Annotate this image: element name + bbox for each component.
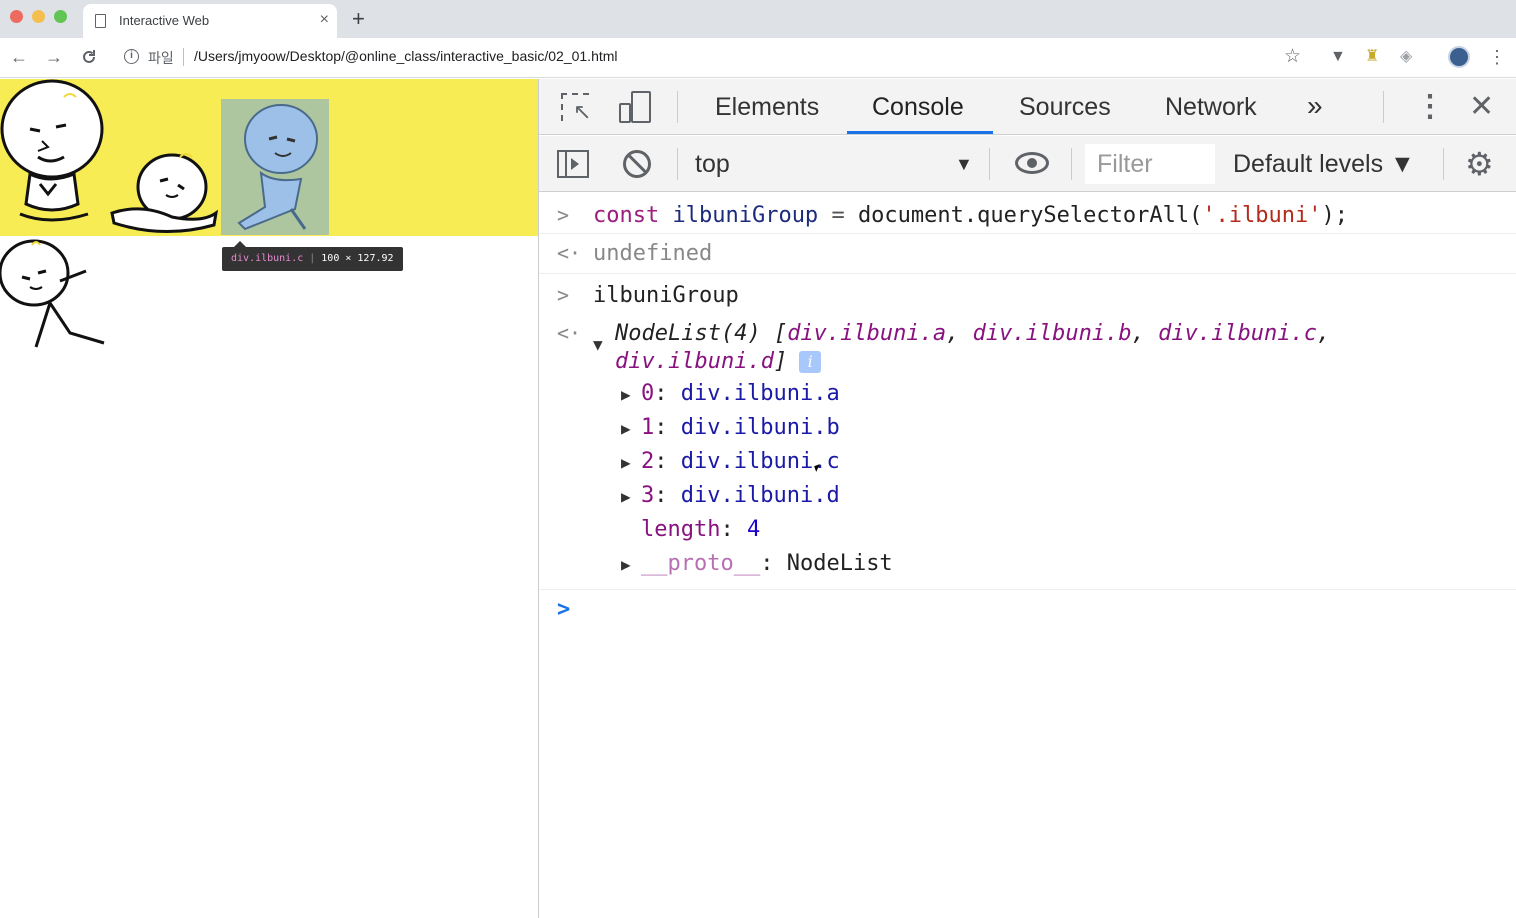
result-chevron-icon: <· [557, 241, 582, 265]
expand-triangle-icon[interactable]: ▶ [621, 555, 631, 574]
inspect-arrow-icon: ↖ [573, 99, 592, 124]
expand-triangle-icon[interactable]: ▶ [621, 385, 631, 404]
maximize-window-button[interactable] [54, 10, 67, 23]
input-chevron-icon: > [557, 283, 570, 307]
profile-avatar[interactable] [1448, 46, 1470, 68]
expand-triangle-icon[interactable]: ▶ [621, 487, 631, 506]
devtools-tab-bar: ↖ Elements Console Sources Network » ⋮ ✕ [539, 79, 1516, 135]
tab-sources[interactable]: Sources [1019, 79, 1111, 135]
tooltip-separator: | [309, 253, 316, 264]
address-bar[interactable]: /Users/jmyoow/Desktop/@online_class/inte… [194, 48, 618, 64]
context-selector[interactable]: top [695, 136, 730, 192]
minimize-window-button[interactable] [32, 10, 45, 23]
tab-close-icon[interactable]: × [320, 10, 329, 30]
row-separator [539, 273, 1516, 274]
tab-title: Interactive Web [119, 13, 210, 28]
more-tabs-button[interactable]: » [1307, 79, 1323, 133]
toolbar-divider [677, 91, 678, 123]
browser-tab-bar: Interactive Web × + [0, 0, 1516, 38]
info-badge-icon[interactable]: i [799, 351, 822, 373]
ilbuni-b-character [110, 153, 219, 234]
extension-android-icon[interactable]: ♜ [1365, 46, 1379, 68]
clear-console-icon[interactable] [623, 150, 651, 178]
file-scheme-label: 파일 [148, 50, 174, 66]
close-window-button[interactable] [10, 10, 23, 23]
row-separator [539, 233, 1516, 234]
expand-triangle-icon[interactable]: ▶ [621, 419, 631, 438]
toolbar-divider [989, 148, 990, 180]
reload-icon [83, 50, 95, 63]
filter-input[interactable] [1085, 144, 1215, 184]
prompt-caret-icon: > [557, 597, 571, 622]
extension-vue-icon[interactable]: ▼ [1330, 46, 1346, 68]
page-icon [95, 14, 106, 28]
row-separator [539, 589, 1516, 590]
tab-console[interactable]: Console [872, 79, 964, 135]
site-info-icon[interactable]: i [124, 49, 139, 64]
element-tooltip: div.ilbuni.c | 100 × 127.92 [222, 241, 403, 271]
extension-tag-icon[interactable]: ◈ [1400, 46, 1412, 68]
browser-tab[interactable]: Interactive Web × [83, 4, 337, 38]
page-viewport: div.ilbuni.c | 100 × 127.92 [0, 79, 538, 918]
forward-button[interactable]: → [45, 44, 63, 70]
tooltip-size: 100 × 127.92 [321, 253, 394, 264]
browser-toolbar: ← → i 파일 /Users/jmyoow/Desktop/@online_c… [0, 38, 1516, 78]
toolbar-divider [1071, 148, 1072, 180]
ilbuni-a-character [0, 79, 104, 222]
context-dropdown-icon[interactable]: ▼ [955, 136, 973, 192]
input-chevron-icon: > [557, 203, 570, 227]
reload-button[interactable] [80, 44, 98, 73]
expand-triangle-icon[interactable]: ▶ [621, 453, 631, 472]
close-devtools-icon[interactable]: ✕ [1469, 79, 1494, 135]
gear-icon[interactable]: ⚙ [1465, 136, 1494, 192]
nodelist-summary[interactable]: NodeList(4) [div.ilbuni.a, div.ilbuni.b,… [615, 321, 1330, 346]
active-tab-indicator [847, 131, 993, 134]
live-expression-eye-icon[interactable] [1015, 152, 1049, 174]
result-chevron-icon: <· [557, 321, 582, 345]
tab-elements[interactable]: Elements [715, 79, 819, 135]
console-toolbar: top ▼ Default levels ▼ ⚙ [539, 136, 1516, 192]
ilbuni-d-character [0, 239, 105, 348]
toolbar-divider [677, 148, 678, 180]
devtools-panel: ↖ Elements Console Sources Network » ⋮ ✕… [538, 79, 1516, 918]
new-tab-button[interactable]: + [352, 5, 365, 33]
toolbar-divider [1443, 148, 1444, 180]
chrome-menu-icon[interactable]: ⋮ [1488, 44, 1506, 70]
ilbuni-c-character [237, 104, 318, 231]
log-levels-dropdown[interactable]: Default levels ▼ [1233, 136, 1415, 192]
console-result: undefined [593, 241, 713, 266]
console-output: > const ilbuniGroup = document.querySele… [539, 193, 1516, 918]
back-button[interactable]: ← [10, 44, 28, 70]
console-code: ilbuniGroup [593, 283, 739, 308]
devtools-menu-icon[interactable]: ⋮ [1415, 79, 1445, 135]
tooltip-tag: div.ilbuni.c [231, 253, 304, 264]
toolbar-divider [1383, 91, 1384, 123]
bookmark-star-icon[interactable]: ☆ [1284, 44, 1301, 70]
nodelist-summary-cont: div.ilbuni.d] i [615, 349, 822, 374]
device-toolbar-icon[interactable] [619, 91, 651, 123]
console-sidebar-toggle-icon[interactable] [557, 150, 589, 178]
url-separator [183, 48, 184, 66]
console-code: const ilbuniGroup = document.querySelect… [593, 203, 1349, 228]
expand-triangle-icon[interactable]: ▼ [593, 335, 603, 354]
tab-network[interactable]: Network [1165, 79, 1257, 135]
